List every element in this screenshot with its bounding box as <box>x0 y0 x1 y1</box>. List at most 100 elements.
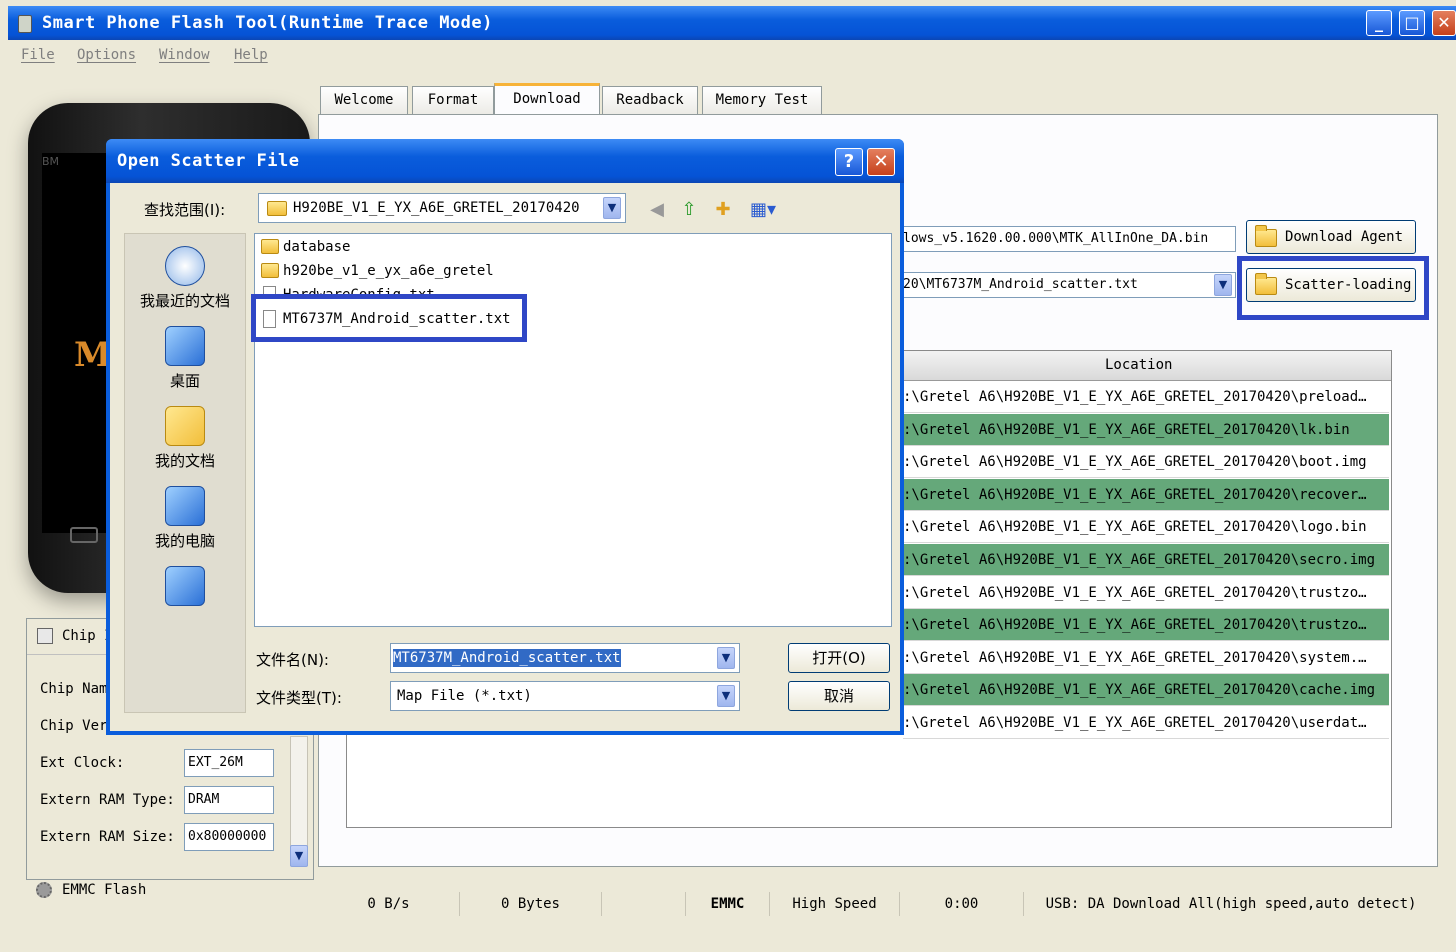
location-path: :\Gretel A6\H920BE_V1_E_YX_A6E_GRETEL_20… <box>903 454 1367 471</box>
location-path: :\Gretel A6\H920BE_V1_E_YX_A6E_GRETEL_20… <box>903 421 1350 438</box>
place-my-documents[interactable]: 我的文档 <box>125 406 245 471</box>
ram-type-value: DRAM <box>184 786 274 814</box>
scatter-file-path[interactable]: 20\MT6737M_Android_scatter.txt <box>898 272 1236 298</box>
status-bar: 0 B/s 0 Bytes EMMC High Speed 0:00 USB: … <box>318 892 1438 916</box>
location-row[interactable]: :\Gretel A6\H920BE_V1_E_YX_A6E_GRETEL_20… <box>903 642 1389 674</box>
location-path: :\Gretel A6\H920BE_V1_E_YX_A6E_GRETEL_20… <box>903 552 1376 568</box>
filename-label: 文件名(N): <box>256 651 329 669</box>
location-row[interactable]: :\Gretel A6\H920BE_V1_E_YX_A6E_GRETEL_20… <box>903 577 1389 609</box>
status-speed-mode: High Speed <box>770 892 900 916</box>
place-network[interactable] <box>125 566 245 610</box>
phone-home-icon <box>70 527 98 543</box>
location-row[interactable]: :\Gretel A6\H920BE_V1_E_YX_A6E_GRETEL_20… <box>903 478 1389 511</box>
chip-panel-scrollbar[interactable]: ▼ <box>290 736 308 867</box>
scatter-highlight-box <box>1237 256 1429 320</box>
folder-icon <box>1255 225 1277 247</box>
my-documents-icon <box>165 406 205 446</box>
app-icon <box>18 15 32 33</box>
location-header-label: Location <box>1105 357 1173 373</box>
chevron-down-icon[interactable]: ▼ <box>717 685 735 707</box>
place-label: 我的文档 <box>154 452 215 470</box>
place-desktop[interactable]: 桌面 <box>125 326 245 391</box>
gear-icon <box>36 882 52 898</box>
open-button[interactable]: 打开(O) <box>788 643 890 673</box>
location-path: :\Gretel A6\H920BE_V1_E_YX_A6E_GRETEL_20… <box>903 617 1367 634</box>
menu-help[interactable]: Help <box>234 47 268 63</box>
location-path: :\Gretel A6\H920BE_V1_E_YX_A6E_GRETEL_20… <box>903 649 1367 666</box>
scroll-down-icon[interactable]: ▼ <box>290 845 308 867</box>
file-item-folder[interactable]: database <box>259 236 350 258</box>
dialog-close-button[interactable]: ✕ <box>867 148 895 176</box>
chevron-down-icon[interactable]: ▼ <box>1214 274 1232 296</box>
download-agent-button[interactable]: Download Agent <box>1246 220 1416 254</box>
new-folder-icon[interactable]: ✚ <box>712 199 734 221</box>
file-name: h920be_v1_e_yx_a6e_gretel <box>283 263 494 279</box>
menu-options[interactable]: Options <box>77 47 136 63</box>
help-button[interactable]: ? <box>835 148 863 176</box>
chevron-down-icon[interactable]: ▼ <box>717 647 735 669</box>
menu-window[interactable]: Window <box>159 47 210 63</box>
file-item-folder[interactable]: h920be_v1_e_yx_a6e_gretel <box>259 260 494 282</box>
location-path: :\Gretel A6\H920BE_V1_E_YX_A6E_GRETEL_20… <box>903 715 1367 731</box>
app-title-bar: Smart Phone Flash Tool(Runtime Trace Mod… <box>8 6 1456 40</box>
desktop-icon <box>165 326 205 366</box>
ram-size-label: Extern RAM Size: <box>40 829 175 845</box>
menu-bar: File Options Window Help <box>8 40 1456 70</box>
location-row[interactable]: :\Gretel A6\H920BE_V1_E_YX_A6E_GRETEL_20… <box>903 381 1389 413</box>
place-label: 我最近的文档 <box>139 292 230 310</box>
location-row[interactable]: :\Gretel A6\H920BE_V1_E_YX_A6E_GRETEL_20… <box>903 707 1389 739</box>
location-row[interactable]: :\Gretel A6\H920BE_V1_E_YX_A6E_GRETEL_20… <box>903 413 1389 446</box>
folder-icon <box>261 263 279 278</box>
chip-info-title: Chip I <box>62 628 113 644</box>
status-bytes: 0 Bytes <box>460 892 602 916</box>
back-icon[interactable]: ◀ <box>646 199 668 221</box>
location-row[interactable]: :\Gretel A6\H920BE_V1_E_YX_A6E_GRETEL_20… <box>903 446 1389 479</box>
status-divider <box>602 892 686 916</box>
place-label: 我的电脑 <box>154 532 215 550</box>
location-row[interactable]: :\Gretel A6\H920BE_V1_E_YX_A6E_GRETEL_20… <box>903 609 1389 642</box>
tab-memory-test[interactable]: Memory Test <box>702 86 822 114</box>
folder-icon <box>261 239 279 254</box>
file-name: database <box>283 239 351 255</box>
place-recent-documents[interactable]: 我最近的文档 <box>125 246 245 311</box>
location-path: :\Gretel A6\H920BE_V1_E_YX_A6E_GRETEL_20… <box>903 486 1367 503</box>
download-agent-path[interactable]: lows_v5.1620.00.000\MTK_AllInOne_DA.bin <box>898 226 1236 252</box>
places-bar: 我最近的文档 桌面 我的文档 我的电脑 <box>124 233 246 713</box>
ram-size-value: 0x80000000 <box>184 823 274 851</box>
filename-input[interactable]: MT6737M_Android_scatter.txt ▼ <box>390 643 740 673</box>
views-menu-icon[interactable]: ▦▾ <box>746 199 780 221</box>
location-row[interactable]: :\Gretel A6\H920BE_V1_E_YX_A6E_GRETEL_20… <box>903 511 1389 544</box>
menu-file[interactable]: File <box>21 47 55 63</box>
filetype-select[interactable]: Map File (*.txt) ▼ <box>390 681 740 711</box>
up-folder-icon[interactable]: ⇧ <box>678 199 700 221</box>
selected-file-highlight-box <box>251 294 527 342</box>
tab-download[interactable]: Download <box>494 83 600 115</box>
filename-value: MT6737M_Android_scatter.txt <box>393 649 621 667</box>
close-button[interactable]: ✕ <box>1432 10 1456 36</box>
place-label: 桌面 <box>169 372 200 390</box>
folder-icon <box>267 201 287 216</box>
minimize-button[interactable]: _ <box>1366 10 1392 36</box>
tab-format[interactable]: Format <box>412 86 494 114</box>
look-in-combo[interactable]: H920BE_V1_E_YX_A6E_GRETEL_20170420 ▼ <box>258 193 626 223</box>
location-row[interactable]: :\Gretel A6\H920BE_V1_E_YX_A6E_GRETEL_20… <box>903 544 1389 576</box>
filetype-value: Map File (*.txt) <box>397 688 532 704</box>
location-path: :\Gretel A6\H920BE_V1_E_YX_A6E_GRETEL_20… <box>903 584 1367 601</box>
tab-welcome[interactable]: Welcome <box>320 86 408 114</box>
chevron-down-icon[interactable]: ▼ <box>603 197 621 219</box>
place-my-computer[interactable]: 我的电脑 <box>125 486 245 551</box>
dialog-title-bar: Open Scatter File ? ✕ <box>106 139 904 183</box>
open-scatter-file-dialog: Open Scatter File ? ✕ 查找范围(I): H920BE_V1… <box>106 139 904 735</box>
tab-readback[interactable]: Readback <box>602 86 698 114</box>
app-title: Smart Phone Flash Tool(Runtime Trace Mod… <box>42 13 493 33</box>
location-row[interactable]: :\Gretel A6\H920BE_V1_E_YX_A6E_GRETEL_20… <box>903 674 1389 707</box>
look-in-value: H920BE_V1_E_YX_A6E_GRETEL_20170420 <box>293 200 580 216</box>
dialog-title: Open Scatter File <box>117 151 300 171</box>
filetype-label: 文件类型(T): <box>256 689 342 707</box>
maximize-button[interactable]: □ <box>1399 10 1425 36</box>
cancel-button[interactable]: 取消 <box>788 681 890 711</box>
phone-brand-text: BM <box>42 155 60 168</box>
emmc-flash-row[interactable]: EMMC Flash <box>26 874 314 908</box>
ext-clock-label: Ext Clock: <box>40 755 125 771</box>
file-list: database h920be_v1_e_yx_a6e_gretel Hardw… <box>251 233 892 627</box>
